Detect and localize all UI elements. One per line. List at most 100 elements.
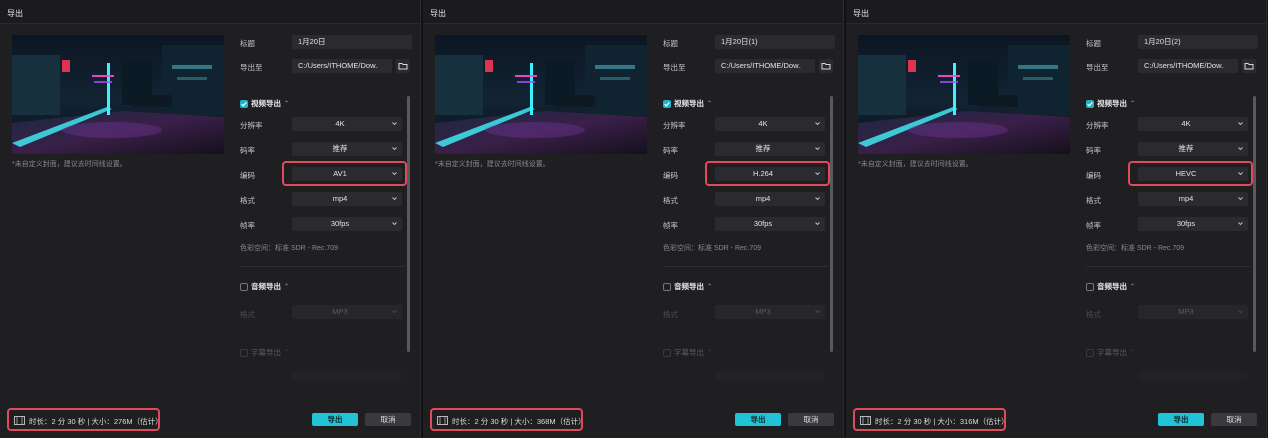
- framerate-label: 帧率: [663, 221, 678, 230]
- settings-scrollbar[interactable]: [407, 96, 410, 352]
- chevron-down-icon: [1238, 147, 1243, 151]
- folder-button[interactable]: [396, 59, 410, 73]
- export-button[interactable]: 导出: [1158, 413, 1204, 426]
- chevron-down-icon: [1238, 172, 1243, 176]
- codec-select[interactable]: AV1: [292, 167, 402, 181]
- cancel-button[interactable]: 取消: [365, 413, 411, 426]
- cover-note: *未自定义封面，建议去时间线设置。: [435, 161, 550, 168]
- video-export-checkbox[interactable]: [1086, 99, 1094, 108]
- audio-export-checkbox[interactable]: [1086, 282, 1094, 291]
- settings-scrollbar[interactable]: [1253, 96, 1256, 352]
- framerate-select[interactable]: 30fps: [1138, 217, 1248, 231]
- format-label: 格式: [1086, 196, 1101, 205]
- audio-export-label: 音频导出: [251, 282, 281, 291]
- subtitle-format-select[interactable]: [292, 372, 402, 380]
- title-input[interactable]: 1月20日(1): [715, 35, 835, 49]
- cancel-button[interactable]: 取消: [788, 413, 834, 426]
- title-label: 标题: [663, 39, 678, 48]
- subtitle-export-section[interactable]: 字幕导出 ⌃: [240, 347, 289, 358]
- collapse-icon: ⌃: [284, 350, 290, 356]
- subtitle-format-select[interactable]: [715, 372, 825, 380]
- film-icon: [14, 416, 25, 425]
- cover-thumbnail[interactable]: [858, 35, 1070, 154]
- dialog-title: 导出: [853, 9, 869, 18]
- resolution-select[interactable]: 4K: [715, 117, 825, 131]
- bitrate-select[interactable]: 推荐: [715, 142, 825, 156]
- resolution-label: 分辨率: [663, 121, 686, 130]
- subtitle-export-section[interactable]: 字幕导出 ⌃: [663, 347, 712, 358]
- chevron-down-icon: [815, 172, 820, 176]
- audio-export-section[interactable]: 音频导出 ⌃: [240, 281, 289, 292]
- video-export-label: 视频导出: [251, 99, 281, 108]
- video-export-section[interactable]: 视频导出 ⌃: [240, 98, 289, 109]
- chevron-down-icon: [815, 147, 820, 151]
- export-to-label: 导出至: [240, 63, 263, 72]
- format-select[interactable]: mp4: [715, 192, 825, 206]
- folder-button[interactable]: [1242, 59, 1256, 73]
- audio-format-label: 格式: [1086, 310, 1101, 319]
- export-dialogs-comparison: 导出 *未自定义封面，建议去时间线设置。 标题 1月20日 导出至 C:/Use…: [0, 0, 1268, 438]
- color-space-info: 色彩空间：标准 SDR - Rec.709: [240, 245, 339, 252]
- format-select[interactable]: mp4: [292, 192, 402, 206]
- cancel-button[interactable]: 取消: [1211, 413, 1257, 426]
- resolution-select[interactable]: 4K: [1138, 117, 1248, 131]
- audio-export-section[interactable]: 音频导出 ⌃: [1086, 281, 1135, 292]
- title-input[interactable]: 1月20日(2): [1138, 35, 1258, 49]
- export-path-input[interactable]: C:/Users/ITHOME/Dow...: [292, 59, 392, 73]
- export-path-input[interactable]: C:/Users/ITHOME/Dow...: [715, 59, 815, 73]
- subtitle-export-checkbox[interactable]: [1086, 348, 1094, 357]
- subtitle-export-checkbox[interactable]: [663, 348, 671, 357]
- folder-button[interactable]: [819, 59, 833, 73]
- video-export-section[interactable]: 视频导出 ⌃: [663, 98, 712, 109]
- video-export-checkbox[interactable]: [240, 99, 248, 108]
- video-export-checkbox[interactable]: [663, 99, 671, 108]
- night-street-image: [435, 35, 647, 154]
- export-button[interactable]: 导出: [735, 413, 781, 426]
- resolution-label: 分辨率: [1086, 121, 1109, 130]
- cover-thumbnail[interactable]: [12, 35, 224, 154]
- framerate-select[interactable]: 30fps: [715, 217, 825, 231]
- dialog-title: 导出: [430, 9, 446, 18]
- chevron-down-icon: [815, 197, 820, 201]
- subtitle-export-checkbox[interactable]: [240, 348, 248, 357]
- dialog-title: 导出: [7, 9, 23, 18]
- audio-export-section[interactable]: 音频导出 ⌃: [663, 281, 712, 292]
- chevron-down-icon: [1238, 310, 1243, 314]
- framerate-label: 帧率: [1086, 221, 1101, 230]
- collapse-icon: ⌃: [707, 101, 713, 107]
- audio-format-select[interactable]: MP3: [292, 305, 402, 319]
- audio-export-checkbox[interactable]: [663, 282, 671, 291]
- bitrate-select[interactable]: 推荐: [292, 142, 402, 156]
- export-path-input[interactable]: C:/Users/ITHOME/Dow...: [1138, 59, 1238, 73]
- export-to-label: 导出至: [663, 63, 686, 72]
- codec-label: 编码: [1086, 171, 1101, 180]
- video-export-section[interactable]: 视频导出 ⌃: [1086, 98, 1135, 109]
- check-icon: [1087, 101, 1093, 107]
- subtitle-format-select[interactable]: [1138, 372, 1248, 380]
- title-input[interactable]: 1月20日: [292, 35, 412, 49]
- codec-select[interactable]: HEVC: [1138, 167, 1248, 181]
- audio-format-select[interactable]: MP3: [715, 305, 825, 319]
- audio-format-label: 格式: [240, 310, 255, 319]
- audio-export-checkbox[interactable]: [240, 282, 248, 291]
- cover-thumbnail[interactable]: [435, 35, 647, 154]
- resolution-label: 分辨率: [240, 121, 263, 130]
- folder-icon: [1244, 63, 1254, 70]
- bitrate-select[interactable]: 推荐: [1138, 142, 1248, 156]
- audio-format-select[interactable]: MP3: [1138, 305, 1248, 319]
- framerate-select[interactable]: 30fps: [292, 217, 402, 231]
- codec-select[interactable]: H.264: [715, 167, 825, 181]
- export-dialog-3: 导出 *未自定义封面，建议去时间线设置。 标题 1月20日(2) 导出至 C:/…: [846, 0, 1267, 438]
- folder-icon: [821, 63, 831, 70]
- check-icon: [241, 101, 247, 107]
- format-select[interactable]: mp4: [1138, 192, 1248, 206]
- video-export-label: 视频导出: [1097, 99, 1127, 108]
- collapse-icon: ⌃: [1130, 101, 1136, 107]
- audio-export-label: 音频导出: [674, 282, 704, 291]
- resolution-select[interactable]: 4K: [292, 117, 402, 131]
- export-to-label: 导出至: [1086, 63, 1109, 72]
- settings-scrollbar[interactable]: [830, 96, 833, 352]
- export-button[interactable]: 导出: [312, 413, 358, 426]
- dialog-titlebar: 导出: [0, 0, 420, 24]
- subtitle-export-section[interactable]: 字幕导出 ⌃: [1086, 347, 1135, 358]
